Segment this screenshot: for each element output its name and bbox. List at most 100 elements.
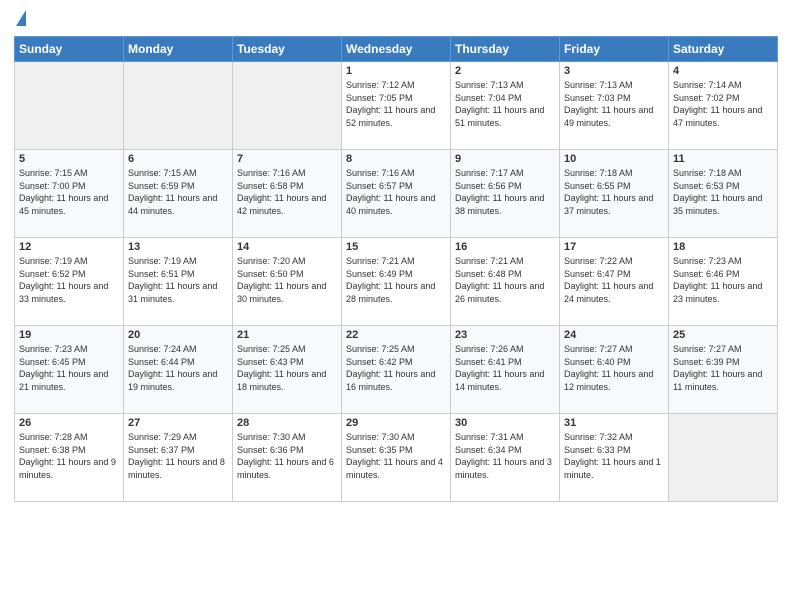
day-number: 27 (128, 417, 228, 429)
day-cell-10: 10 Sunrise: 7:18 AM Sunset: 6:55 PM Dayli… (560, 150, 669, 238)
day-number: 6 (128, 153, 228, 165)
weekday-header-thursday: Thursday (451, 37, 560, 62)
weekday-header-tuesday: Tuesday (233, 37, 342, 62)
empty-cell (669, 414, 778, 502)
day-info: Sunrise: 7:18 AM Sunset: 6:55 PM Dayligh… (564, 167, 664, 217)
day-number: 20 (128, 329, 228, 341)
day-info: Sunrise: 7:22 AM Sunset: 6:47 PM Dayligh… (564, 255, 664, 305)
day-number: 31 (564, 417, 664, 429)
day-info: Sunrise: 7:23 AM Sunset: 6:45 PM Dayligh… (19, 343, 119, 393)
day-info: Sunrise: 7:17 AM Sunset: 6:56 PM Dayligh… (455, 167, 555, 217)
day-info: Sunrise: 7:26 AM Sunset: 6:41 PM Dayligh… (455, 343, 555, 393)
day-number: 18 (673, 241, 773, 253)
logo-triangle-icon (16, 10, 26, 26)
day-cell-8: 8Sunrise: 7:16 AM Sunset: 6:57 PM Daylig… (342, 150, 451, 238)
day-cell-22: 22 Sunrise: 7:25 AM Sunset: 6:42 PM Dayli… (342, 326, 451, 414)
day-info: Sunrise: 7:14 AM Sunset: 7:02 PM Dayligh… (673, 79, 773, 129)
day-number: 1 (346, 65, 446, 77)
week-row-1: 1 Sunrise: 7:12 AM Sunset: 7:05 PM Daylig… (15, 62, 778, 150)
day-cell-28: 28 Sunrise: 7:30 AM Sunset: 6:36 PM Dayli… (233, 414, 342, 502)
day-cell-20: 20 Sunrise: 7:24 AM Sunset: 6:44 PM Dayli… (124, 326, 233, 414)
day-info: Sunrise: 7:19 AM Sunset: 6:52 PM Dayligh… (19, 255, 119, 305)
day-number: 2 (455, 65, 555, 77)
day-cell-1: 1 Sunrise: 7:12 AM Sunset: 7:05 PM Daylig… (342, 62, 451, 150)
day-info: Sunrise: 7:27 AM Sunset: 6:39 PM Dayligh… (673, 343, 773, 393)
day-cell-11: 11 Sunrise: 7:18 AM Sunset: 6:53 PM Dayli… (669, 150, 778, 238)
day-cell-26: 26 Sunrise: 7:28 AM Sunset: 6:38 PM Dayli… (15, 414, 124, 502)
day-cell-4: 4Sunrise: 7:14 AM Sunset: 7:02 PM Daylig… (669, 62, 778, 150)
day-cell-3: 3 Sunrise: 7:13 AM Sunset: 7:03 PM Daylig… (560, 62, 669, 150)
weekday-header-friday: Friday (560, 37, 669, 62)
day-cell-14: 14 Sunrise: 7:20 AM Sunset: 6:50 PM Dayli… (233, 238, 342, 326)
day-number: 11 (673, 153, 773, 165)
weekday-header-row: SundayMondayTuesdayWednesdayThursdayFrid… (15, 37, 778, 62)
day-number: 13 (128, 241, 228, 253)
day-number: 15 (346, 241, 446, 253)
day-cell-25: 25 Sunrise: 7:27 AM Sunset: 6:39 PM Dayli… (669, 326, 778, 414)
day-cell-17: 17Sunrise: 7:22 AM Sunset: 6:47 PM Dayli… (560, 238, 669, 326)
empty-cell (233, 62, 342, 150)
day-number: 28 (237, 417, 337, 429)
weekday-header-sunday: Sunday (15, 37, 124, 62)
day-cell-13: 13 Sunrise: 7:19 AM Sunset: 6:51 PM Dayli… (124, 238, 233, 326)
day-info: Sunrise: 7:18 AM Sunset: 6:53 PM Dayligh… (673, 167, 773, 217)
day-number: 21 (237, 329, 337, 341)
day-cell-27: 27 Sunrise: 7:29 AM Sunset: 6:37 PM Dayli… (124, 414, 233, 502)
day-number: 24 (564, 329, 664, 341)
day-cell-30: 30Sunrise: 7:31 AM Sunset: 6:34 PM Dayli… (451, 414, 560, 502)
empty-cell (15, 62, 124, 150)
day-cell-9: 9 Sunrise: 7:17 AM Sunset: 6:56 PM Daylig… (451, 150, 560, 238)
day-number: 26 (19, 417, 119, 429)
day-cell-18: 18Sunrise: 7:23 AM Sunset: 6:46 PM Dayli… (669, 238, 778, 326)
day-info: Sunrise: 7:28 AM Sunset: 6:38 PM Dayligh… (19, 431, 119, 481)
header (14, 10, 778, 28)
day-cell-15: 15 Sunrise: 7:21 AM Sunset: 6:49 PM Dayli… (342, 238, 451, 326)
day-number: 22 (346, 329, 446, 341)
day-number: 14 (237, 241, 337, 253)
day-info: Sunrise: 7:27 AM Sunset: 6:40 PM Dayligh… (564, 343, 664, 393)
day-info: Sunrise: 7:24 AM Sunset: 6:44 PM Dayligh… (128, 343, 228, 393)
day-info: Sunrise: 7:29 AM Sunset: 6:37 PM Dayligh… (128, 431, 228, 481)
day-cell-24: 24 Sunrise: 7:27 AM Sunset: 6:40 PM Dayli… (560, 326, 669, 414)
day-cell-12: 12 Sunrise: 7:19 AM Sunset: 6:52 PM Dayli… (15, 238, 124, 326)
day-cell-23: 23Sunrise: 7:26 AM Sunset: 6:41 PM Dayli… (451, 326, 560, 414)
week-row-4: 19 Sunrise: 7:23 AM Sunset: 6:45 PM Dayli… (15, 326, 778, 414)
empty-cell (124, 62, 233, 150)
weekday-header-monday: Monday (124, 37, 233, 62)
week-row-2: 5 Sunrise: 7:15 AM Sunset: 7:00 PM Daylig… (15, 150, 778, 238)
day-info: Sunrise: 7:19 AM Sunset: 6:51 PM Dayligh… (128, 255, 228, 305)
day-number: 19 (19, 329, 119, 341)
day-info: Sunrise: 7:21 AM Sunset: 6:48 PM Dayligh… (455, 255, 555, 305)
day-info: Sunrise: 7:21 AM Sunset: 6:49 PM Dayligh… (346, 255, 446, 305)
week-row-3: 12 Sunrise: 7:19 AM Sunset: 6:52 PM Dayli… (15, 238, 778, 326)
week-row-5: 26 Sunrise: 7:28 AM Sunset: 6:38 PM Dayli… (15, 414, 778, 502)
day-number: 12 (19, 241, 119, 253)
day-info: Sunrise: 7:32 AM Sunset: 6:33 PM Dayligh… (564, 431, 664, 481)
day-info: Sunrise: 7:13 AM Sunset: 7:04 PM Dayligh… (455, 79, 555, 129)
day-number: 25 (673, 329, 773, 341)
day-number: 9 (455, 153, 555, 165)
day-number: 16 (455, 241, 555, 253)
day-info: Sunrise: 7:20 AM Sunset: 6:50 PM Dayligh… (237, 255, 337, 305)
day-info: Sunrise: 7:30 AM Sunset: 6:36 PM Dayligh… (237, 431, 337, 481)
weekday-header-saturday: Saturday (669, 37, 778, 62)
day-info: Sunrise: 7:25 AM Sunset: 6:43 PM Dayligh… (237, 343, 337, 393)
day-number: 29 (346, 417, 446, 429)
day-number: 7 (237, 153, 337, 165)
day-number: 5 (19, 153, 119, 165)
day-info: Sunrise: 7:31 AM Sunset: 6:34 PM Dayligh… (455, 431, 555, 481)
day-cell-2: 2 Sunrise: 7:13 AM Sunset: 7:04 PM Daylig… (451, 62, 560, 150)
day-number: 3 (564, 65, 664, 77)
weekday-header-wednesday: Wednesday (342, 37, 451, 62)
day-info: Sunrise: 7:25 AM Sunset: 6:42 PM Dayligh… (346, 343, 446, 393)
day-info: Sunrise: 7:30 AM Sunset: 6:35 PM Dayligh… (346, 431, 446, 481)
day-info: Sunrise: 7:16 AM Sunset: 6:58 PM Dayligh… (237, 167, 337, 217)
calendar-table: SundayMondayTuesdayWednesdayThursdayFrid… (14, 36, 778, 502)
logo (14, 10, 26, 28)
day-info: Sunrise: 7:12 AM Sunset: 7:05 PM Dayligh… (346, 79, 446, 129)
day-number: 10 (564, 153, 664, 165)
day-info: Sunrise: 7:13 AM Sunset: 7:03 PM Dayligh… (564, 79, 664, 129)
day-info: Sunrise: 7:15 AM Sunset: 7:00 PM Dayligh… (19, 167, 119, 217)
day-number: 8 (346, 153, 446, 165)
day-cell-6: 6Sunrise: 7:15 AM Sunset: 6:59 PM Daylig… (124, 150, 233, 238)
